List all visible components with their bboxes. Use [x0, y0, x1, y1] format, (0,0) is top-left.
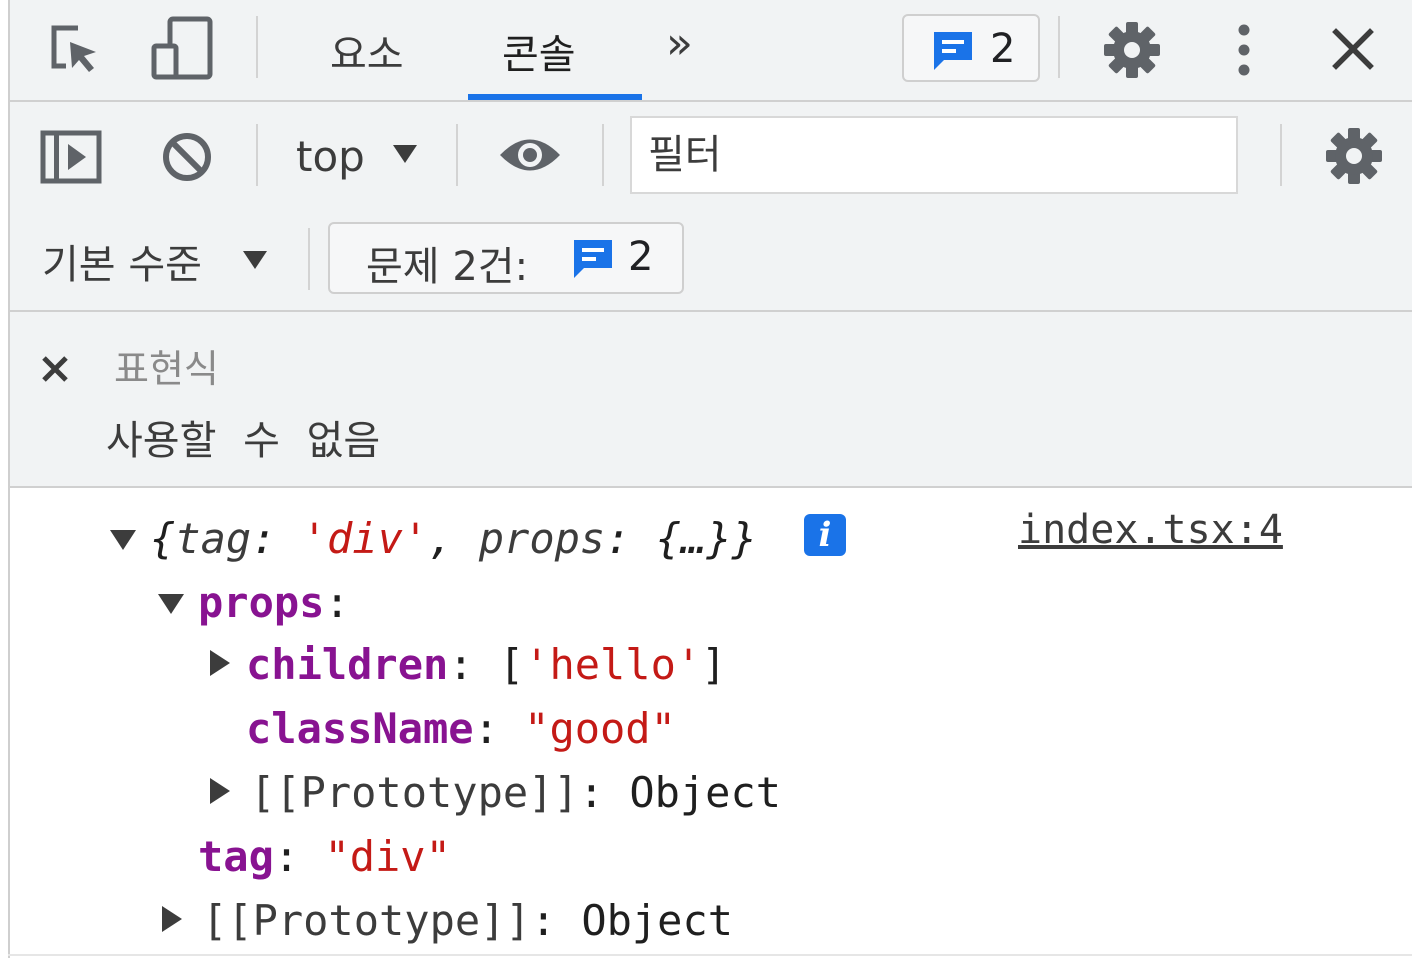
- device-toolbar-icon[interactable]: [150, 16, 214, 80]
- collapse-object-icon[interactable]: [110, 530, 136, 550]
- toolbar-separator: [256, 124, 258, 186]
- toolbar-separator: [602, 124, 604, 186]
- children-row[interactable]: children: ['hello']: [246, 644, 726, 686]
- panel-bottom-border: [8, 954, 1412, 956]
- console-toolbar: top 기본 수준 문제 2건:: [10, 102, 1412, 312]
- tab-console[interactable]: 콘솔: [502, 22, 576, 80]
- console-settings-gear-icon[interactable]: [1324, 126, 1384, 186]
- issues-count: 2: [990, 26, 1016, 72]
- toolbar-separator: [456, 124, 458, 186]
- live-expression-panel: 표현식 사용할 수 없음: [10, 312, 1412, 488]
- context-dropdown-icon[interactable]: [392, 144, 418, 164]
- expand-children-icon[interactable]: [210, 650, 230, 676]
- kebab-menu-icon[interactable]: [1232, 22, 1256, 78]
- object-summary[interactable]: {tag: 'div', props: {…}}: [150, 518, 757, 560]
- issues-counter-button[interactable]: 2: [902, 14, 1040, 82]
- devtools-tabbar: 요소 콘솔 » 2: [10, 0, 1412, 102]
- issues-button-label: 문제 2건:: [366, 244, 529, 290]
- log-level-selector[interactable]: 기본 수준: [42, 232, 202, 290]
- filter-input[interactable]: [630, 116, 1238, 194]
- more-tabs-button[interactable]: »: [666, 18, 693, 69]
- log-level-dropdown-icon[interactable]: [242, 250, 268, 270]
- tag-row: tag: "div": [198, 832, 451, 881]
- context-selector-label[interactable]: top: [296, 132, 365, 181]
- inspect-element-icon[interactable]: [48, 22, 102, 78]
- classname-row: className: "good": [246, 704, 676, 753]
- source-link[interactable]: index.tsx:4: [1018, 510, 1283, 550]
- issues-message-icon: [574, 240, 612, 278]
- live-expression-eye-icon[interactable]: [498, 134, 562, 176]
- toolbar-separator: [1280, 124, 1282, 186]
- settings-gear-icon[interactable]: [1102, 20, 1162, 80]
- remove-expression-icon[interactable]: [40, 354, 70, 384]
- props-row[interactable]: props:: [198, 582, 350, 624]
- tabbar-separator: [256, 16, 258, 78]
- expression-label[interactable]: 표현식: [114, 338, 219, 393]
- info-icon[interactable]: i: [804, 514, 846, 556]
- tab-elements[interactable]: 요소: [330, 22, 404, 80]
- props-prototype-row[interactable]: [[Prototype]]: Object: [250, 772, 781, 814]
- close-icon[interactable]: [1332, 28, 1374, 70]
- issues-button[interactable]: 문제 2건: 2: [328, 222, 684, 294]
- clear-console-icon[interactable]: [160, 130, 214, 184]
- console-output: {tag: 'div', props: {…}} i index.tsx:4 p…: [10, 488, 1412, 954]
- tabbar-separator: [1058, 16, 1060, 78]
- expand-prototype-icon[interactable]: [162, 906, 182, 932]
- expand-prototype-icon[interactable]: [210, 778, 230, 804]
- active-tab-indicator: [468, 94, 642, 100]
- collapse-props-icon[interactable]: [158, 594, 184, 614]
- expression-value: 사용할 수 없음: [106, 418, 381, 464]
- issues-message-icon: [934, 32, 972, 70]
- sidebar-toggle-icon[interactable]: [40, 130, 102, 184]
- toolbar-separator: [308, 228, 310, 290]
- issues-button-count: 2: [628, 234, 654, 280]
- object-prototype-row[interactable]: [[Prototype]]: Object: [202, 900, 733, 942]
